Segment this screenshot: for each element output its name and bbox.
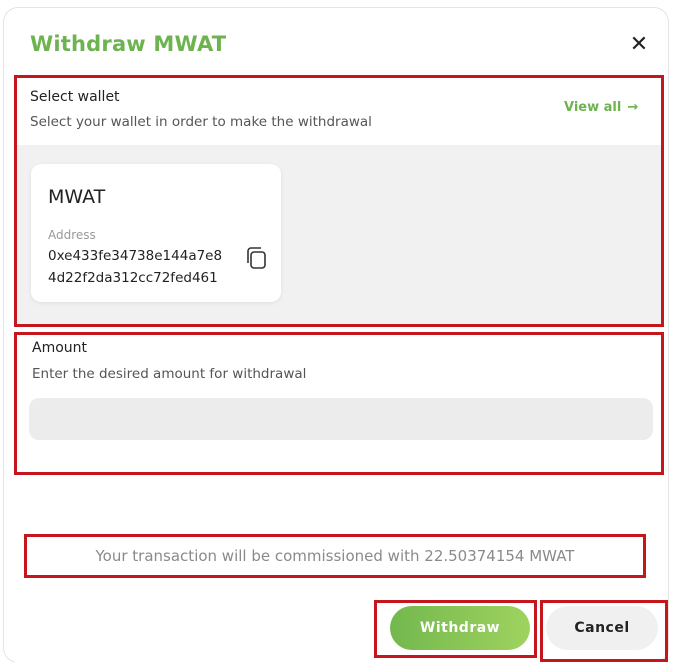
wallet-section-header: Select wallet Select your wallet in orde… bbox=[14, 75, 664, 145]
view-all-label: View all bbox=[564, 100, 622, 115]
dialog-title: Withdraw MWAT bbox=[30, 32, 227, 56]
wallet-address-line-1: 0xe433fe34738e144a7e8 bbox=[48, 248, 223, 264]
arrow-right-icon: → bbox=[627, 100, 639, 115]
amount-label: Amount bbox=[32, 340, 88, 356]
commission-text: Your transaction will be commissioned wi… bbox=[95, 547, 575, 565]
close-icon[interactable]: ✕ bbox=[626, 32, 652, 58]
wallet-card[interactable]: MWAT Address 0xe433fe34738e144a7e8 4d22f… bbox=[31, 164, 281, 302]
select-wallet-label: Select wallet bbox=[30, 89, 120, 105]
address-label: Address bbox=[48, 228, 96, 242]
withdraw-button[interactable]: Withdraw bbox=[390, 606, 530, 650]
wallet-address-line-2: 4d22f2da312cc72fed461 bbox=[48, 270, 218, 286]
cancel-button[interactable]: Cancel bbox=[546, 606, 658, 650]
select-wallet-hint: Select your wallet in order to make the … bbox=[30, 114, 372, 130]
copy-icon[interactable] bbox=[245, 246, 267, 270]
view-all-link[interactable]: View all → bbox=[564, 100, 638, 115]
amount-input[interactable] bbox=[29, 398, 653, 440]
wallet-section: Select wallet Select your wallet in orde… bbox=[14, 75, 664, 327]
wallet-name: MWAT bbox=[48, 186, 106, 208]
amount-hint: Enter the desired amount for withdrawal bbox=[32, 366, 307, 382]
